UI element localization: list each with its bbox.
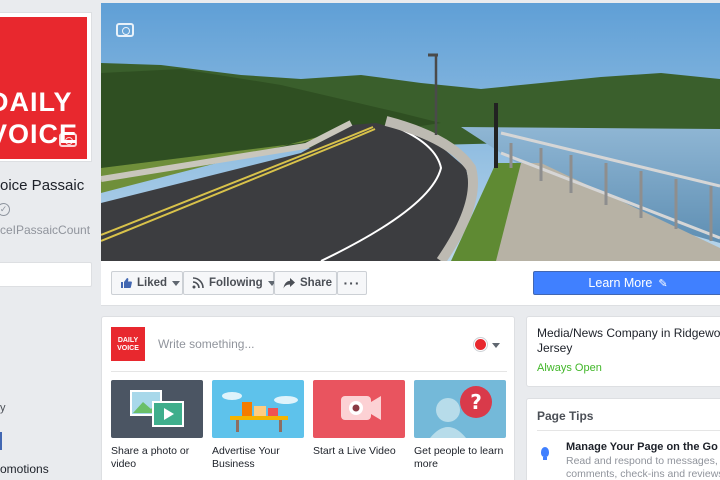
cover-camera-icon[interactable] [116, 23, 134, 37]
liked-button[interactable]: Liked [111, 271, 183, 295]
page-username[interactable]: ceIPassaicCount [0, 223, 90, 237]
tip-title[interactable]: Manage Your Page on the Go [566, 441, 718, 453]
camera-icon[interactable] [59, 133, 77, 147]
composer-avatar: DAILY VOICE [111, 327, 145, 361]
active-nav-indicator [0, 432, 2, 450]
composer-divider [111, 371, 507, 372]
page-name[interactable]: oice Passaic [0, 177, 84, 194]
following-button[interactable]: Following [183, 271, 276, 295]
page-tips-card: Page Tips Manage Your Page on the Go Rea… [526, 398, 720, 480]
tile-label[interactable]: Share a photo or video [111, 445, 206, 471]
post-composer: DAILY VOICE Write something... ? Share a… [101, 316, 515, 480]
left-nav-fragment[interactable]: y [0, 402, 6, 414]
nav-item-promotions[interactable]: omotions [0, 462, 49, 476]
left-column: DAILY VOICE oice Passaic ✓ ceIPassaicCou… [0, 0, 100, 480]
storefront-icon [222, 392, 298, 432]
page-tips-title: Page Tips [537, 409, 594, 423]
write-something-input[interactable]: Write something... [158, 337, 254, 351]
pencil-icon[interactable]: ✎ [658, 277, 667, 290]
chevron-down-icon [172, 280, 181, 286]
tile-label[interactable]: Get people to learn more [414, 445, 509, 471]
page-category[interactable]: Media/News Company in Ridgewoo [537, 326, 720, 341]
more-options-button[interactable]: ··· [337, 271, 367, 295]
question-person-icon: ? [430, 386, 492, 438]
left-search-field[interactable] [0, 262, 92, 287]
tile-label[interactable]: Start a Live Video [313, 445, 408, 458]
tip-body: Read and respond to messages, comments, … [566, 455, 720, 480]
cover-photo[interactable] [101, 3, 720, 261]
tile-live-video[interactable] [313, 380, 405, 438]
cover-image-bridge [101, 3, 720, 261]
rss-icon [192, 277, 204, 289]
tips-divider [537, 430, 720, 431]
share-button[interactable]: Share [274, 271, 337, 295]
hours-status: Always Open [537, 362, 602, 374]
tile-advertise[interactable] [212, 380, 304, 438]
lightbulb-icon [541, 447, 549, 460]
tile-photo-video[interactable] [111, 380, 203, 438]
profile-picture[interactable]: DAILY VOICE [0, 12, 92, 162]
tile-learn-more[interactable]: ? [414, 380, 506, 438]
page-category-line2[interactable]: Jersey [537, 341, 715, 356]
daily-voice-logo: DAILY VOICE [0, 17, 87, 159]
tile-label[interactable]: Advertise Your Business [212, 445, 307, 471]
learn-more-button[interactable]: Learn More ✎ [533, 271, 720, 295]
about-card: Media/News Company in Ridgewoo Jersey Al… [526, 316, 720, 387]
verified-check-icon: ✓ [0, 203, 10, 216]
svg-text:?: ? [470, 390, 482, 414]
photo-video-icon [130, 390, 184, 427]
thumbs-up-icon [120, 277, 132, 289]
chevron-down-icon[interactable] [492, 343, 500, 348]
page-action-bar: Liked Following Share ··· Learn More ✎ [101, 261, 720, 306]
share-arrow-icon [283, 277, 295, 289]
audience-selector-icon[interactable] [474, 338, 487, 351]
live-video-icon [341, 396, 381, 420]
